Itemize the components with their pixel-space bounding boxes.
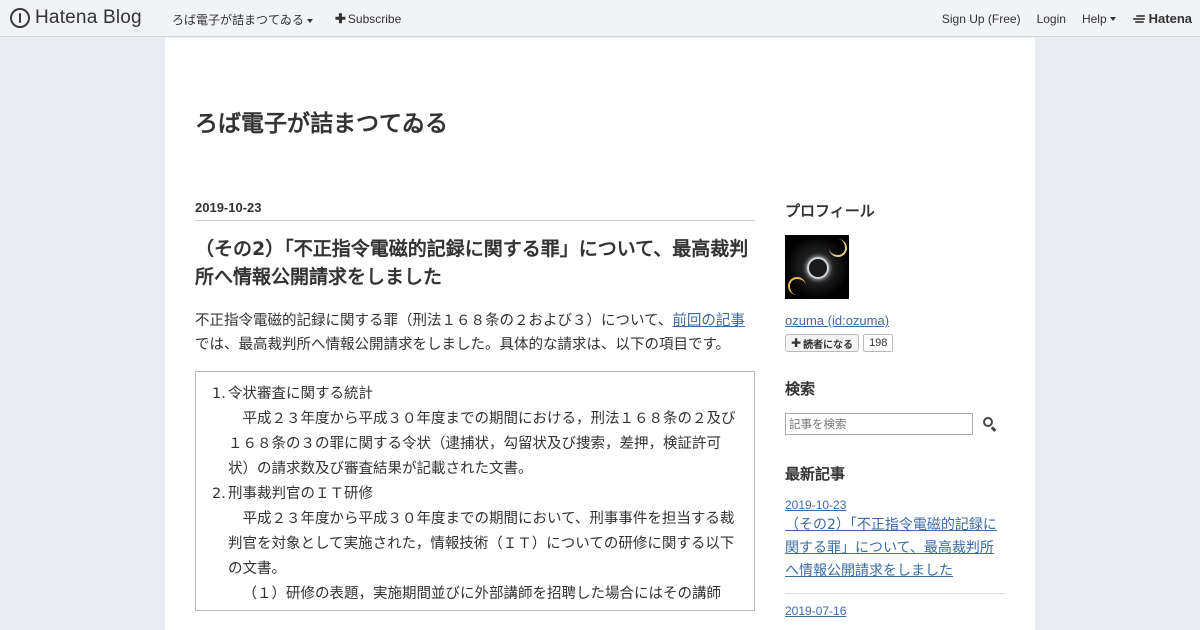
subscribe-button[interactable]: ✚ Subscribe [335, 11, 401, 27]
previous-article-link[interactable]: 前回の記事 [672, 313, 745, 329]
intro-text-after: では、最高裁判所へ情報公開請求をしました。具体的な請求は、以下の項目です。 [195, 337, 731, 353]
hatena-label: Hatena [1148, 11, 1192, 26]
recent-date[interactable]: 2019-07-16 [785, 604, 1005, 618]
blog-menu[interactable]: ろば電子が詰まつてゐる [172, 11, 314, 28]
recent-date[interactable]: 2019-10-23 [785, 498, 1005, 512]
search-input[interactable] [785, 413, 973, 435]
blog-menu-label: ろば電子が詰まつてゐる [172, 13, 305, 27]
sidebar: プロフィール ozuma (id:ozuma) ✚読者になる 198 検索 最新… [785, 200, 1005, 628]
search-row [785, 413, 1005, 435]
entry-date[interactable]: 2019-10-23 [195, 200, 755, 221]
signup-link[interactable]: Sign Up (Free) [942, 12, 1021, 26]
profile-link[interactable]: ozuma (id:ozuma) [785, 313, 889, 328]
hatena-blog-logo[interactable]: Hatena Blog [10, 7, 142, 29]
plus-icon: ✚ [335, 11, 346, 26]
subscribe-label: Subscribe [347, 12, 402, 26]
list-item: 2. 刑事裁判官のＩＴ研修 平成２３年度から平成３０年度までの期間において、刑事事… [212, 482, 740, 607]
item-detail: 平成２３年度から平成３０年度までの期間における，刑法１６８条の２及び１６８条の３… [228, 411, 736, 477]
profile-name: ozuma (id:ozuma) [785, 313, 1005, 328]
main-container: ろば電子が詰まつてゐる 2019-10-23 （その2）「不正指令電磁的記録に関… [165, 38, 1035, 630]
item-number: 2. [212, 486, 226, 502]
help-label: Help [1081, 11, 1107, 26]
item-number: 1. [212, 386, 226, 402]
chevron-down-icon [1109, 17, 1116, 22]
search-icon[interactable] [983, 417, 997, 432]
recent-heading: 最新記事 [785, 465, 846, 483]
entry: 2019-10-23 （その2）「不正指令電磁的記録に関する罪」について、最高裁… [195, 200, 755, 611]
global-nav-right: Sign Up (Free) Login Help Hatena [926, 11, 1192, 26]
reader-count: 198 [863, 334, 894, 352]
blog-title[interactable]: ろば電子が詰まつてゐる [195, 104, 448, 138]
hatena-bars-icon [1132, 14, 1146, 24]
logo-text: Hatena Blog [35, 7, 142, 28]
hatena-logo-icon [10, 8, 30, 28]
list-item: 2019-07-16 [785, 604, 1005, 628]
chevron-down-icon [307, 18, 314, 23]
entry-title[interactable]: （その2）「不正指令電磁的記録に関する罪」について、最高裁判所へ情報公開請求をし… [195, 235, 755, 291]
become-reader-label: 読者になる [803, 339, 854, 351]
recent-title[interactable]: （その2）「不正指令電磁的記録に関する罪」について、最高裁判所へ情報公開請求をし… [785, 514, 1005, 583]
item-title: 令状審査に関する統計 [228, 386, 373, 402]
item-sub-detail: （１）研修の表題，実施期間並びに外部講師を招聘した場合にはその講師 [242, 586, 722, 602]
avatar[interactable] [785, 235, 849, 299]
help-menu[interactable]: Help [1082, 12, 1116, 26]
entry-intro: 不正指令電磁的記録に関する罪（刑法１６８条の２および３）について、前回の記事では… [195, 309, 755, 357]
list-item: 1. 令状審査に関する統計 平成２３年度から平成３０年度までの期間における，刑法１… [212, 382, 740, 482]
plus-icon: ✚ [791, 336, 802, 350]
item-detail: 平成２３年度から平成３０年度までの期間において、刑事事件を担当する裁判官を対象と… [228, 511, 735, 577]
item-title: 刑事裁判官のＩＴ研修 [228, 486, 373, 502]
reader-subscribe-row: ✚ 読者になる 198 [785, 334, 1005, 352]
global-header: Hatena Blog ろば電子が詰まつてゐる ✚ Subscribe Sign … [0, 0, 1200, 37]
recent-list: 2019-10-23 （その2）「不正指令電磁的記録に関する罪」について、最高裁… [785, 498, 1005, 628]
list-item: 2019-10-23 （その2）「不正指令電磁的記録に関する罪」について、最高裁… [785, 498, 1005, 594]
search-heading: 検索 [785, 380, 816, 398]
login-link[interactable]: Login [1037, 12, 1066, 26]
request-list-box: 1. 令状審査に関する統計 平成２３年度から平成３０年度までの期間における，刑法１… [195, 371, 755, 611]
profile-heading: プロフィール [785, 202, 875, 220]
intro-text-before: 不正指令電磁的記録に関する罪（刑法１６８条の２および３）について、 [195, 313, 673, 329]
become-reader-button[interactable]: ✚ 読者になる [785, 334, 860, 352]
hatena-brand-link[interactable]: Hatena [1132, 11, 1192, 26]
